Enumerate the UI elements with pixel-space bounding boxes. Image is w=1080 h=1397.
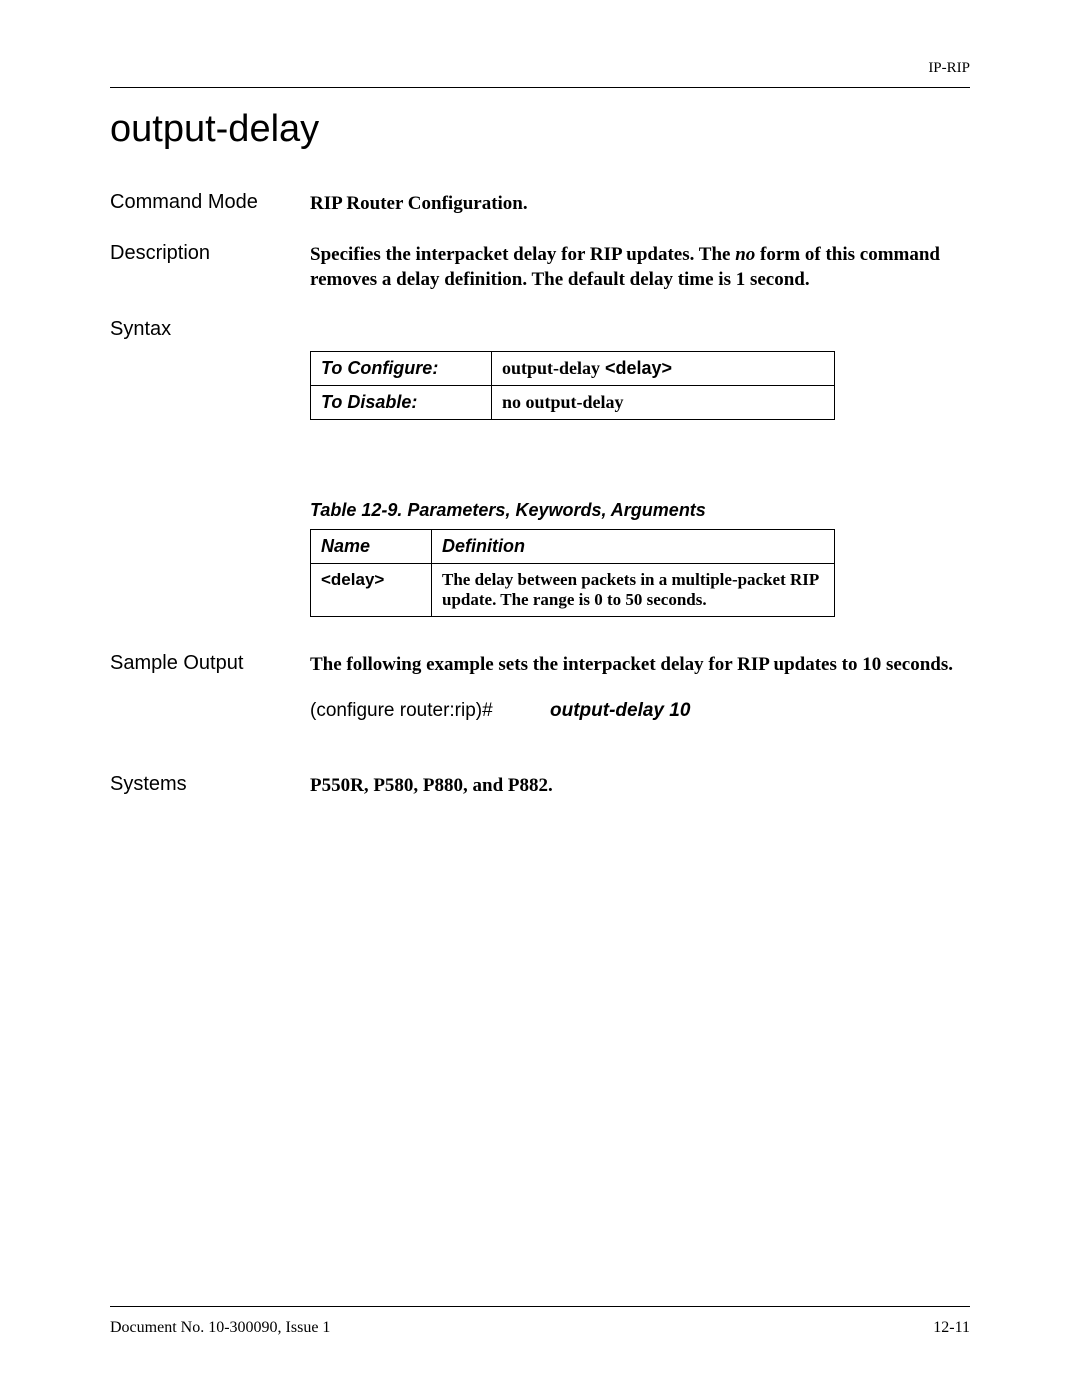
description-label: Description <box>110 242 310 293</box>
footer-right: 12-11 <box>933 1319 970 1337</box>
bottom-rule <box>110 1306 970 1307</box>
description-value: Specifies the interpacket delay for RIP … <box>310 242 970 293</box>
sample-output-row: Sample Output The following example sets… <box>110 652 970 748</box>
header-right: IP-RIP <box>110 60 970 77</box>
syntax-label: Syntax <box>110 318 310 341</box>
syntax-disable-label: To Disable: <box>311 385 492 419</box>
systems-label: Systems <box>110 773 310 799</box>
syntax-configure-cmd: output-delay <delay> <box>492 351 835 385</box>
param-name: <delay> <box>311 563 432 616</box>
sample-output-text: The following example sets the interpack… <box>310 652 970 678</box>
params-section: Table 12-9. Parameters, Keywords, Argume… <box>310 500 970 617</box>
sample-output-label: Sample Output <box>110 652 310 748</box>
syntax-disable-cmd: no output-delay <box>492 385 835 419</box>
table-row: To Disable: no output-delay <box>311 385 835 419</box>
example-prompt: (configure router:rip)# <box>310 698 550 724</box>
params-head-name: Name <box>311 529 432 563</box>
table-row: To Configure: output-delay <delay> <box>311 351 835 385</box>
command-mode-label: Command Mode <box>110 191 310 217</box>
table-header-row: Name Definition <box>311 529 835 563</box>
description-pre: Specifies the interpacket delay for RIP … <box>310 244 735 265</box>
syntax-table-wrap: To Configure: output-delay <delay> To Di… <box>310 351 970 420</box>
description-row: Description Specifies the interpacket de… <box>110 242 970 293</box>
sample-output-value: The following example sets the interpack… <box>310 652 970 748</box>
param-def: The delay between packets in a multiple-… <box>432 563 835 616</box>
page: IP-RIP output-delay Command Mode RIP Rou… <box>0 0 1080 1397</box>
footer: Document No. 10-300090, Issue 1 12-11 <box>110 1306 970 1337</box>
systems-row: Systems P550R, P580, P880, and P882. <box>110 773 970 799</box>
command-title: output-delay <box>110 108 970 151</box>
syntax-configure-label: To Configure: <box>311 351 492 385</box>
description-no: no <box>735 244 755 265</box>
syntax-row: Syntax <box>110 318 970 341</box>
top-rule <box>110 87 970 88</box>
params-head-def: Definition <box>432 529 835 563</box>
syntax-table: To Configure: output-delay <delay> To Di… <box>310 351 835 420</box>
footer-line: Document No. 10-300090, Issue 1 12-11 <box>110 1319 970 1337</box>
example-line: (configure router:rip)# output-delay 10 <box>310 698 970 724</box>
systems-value: P550R, P580, P880, and P882. <box>310 773 970 799</box>
syntax-cmd-arg: <delay> <box>600 358 672 378</box>
params-caption: Table 12-9. Parameters, Keywords, Argume… <box>310 500 970 521</box>
command-mode-value: RIP Router Configuration. <box>310 191 970 217</box>
table-row: <delay> The delay between packets in a m… <box>311 563 835 616</box>
footer-left: Document No. 10-300090, Issue 1 <box>110 1319 330 1337</box>
params-table: Name Definition <delay> The delay betwee… <box>310 529 835 617</box>
example-command: output-delay 10 <box>550 698 690 724</box>
syntax-cmd-prefix: output-delay <box>502 358 600 378</box>
command-mode-row: Command Mode RIP Router Configuration. <box>110 191 970 217</box>
